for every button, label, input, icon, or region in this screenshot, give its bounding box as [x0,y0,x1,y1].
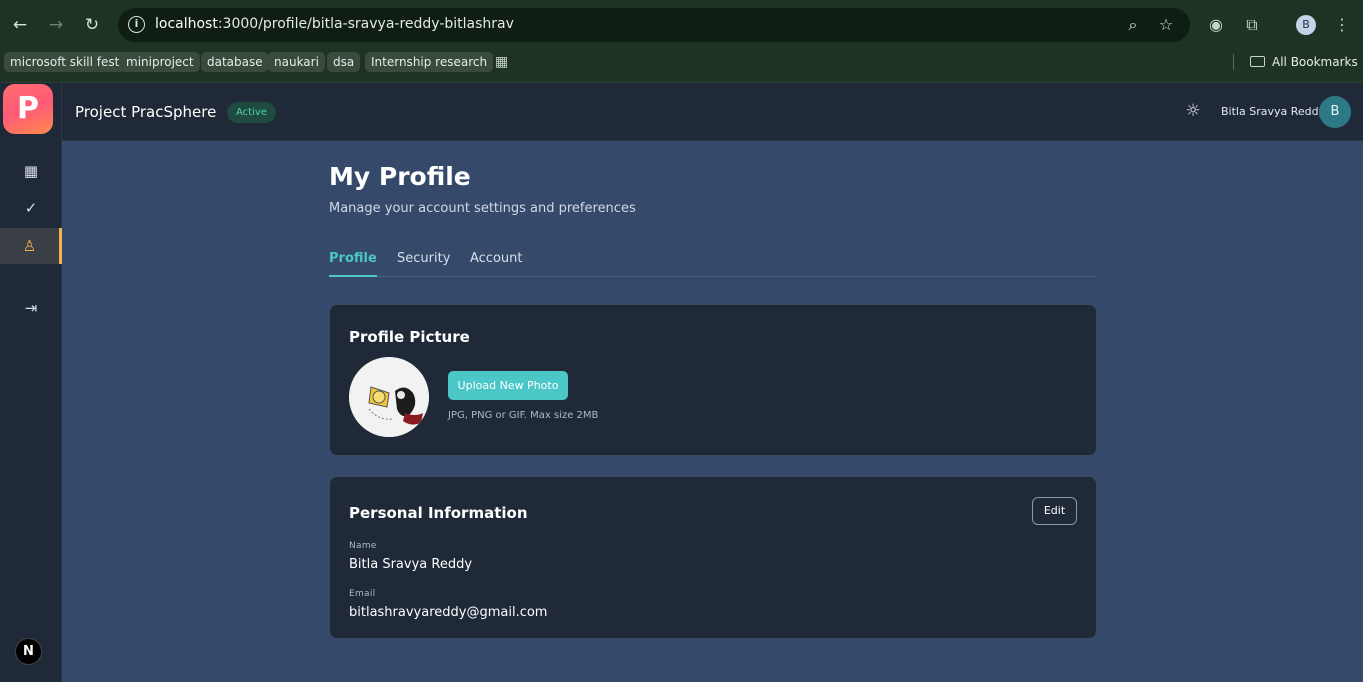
sidebar: P ▦ ✓ ♙ ⇥ N [0,83,62,682]
app-logo[interactable]: P [3,84,53,134]
browser-toolbar: ← → ↻ i localhost:3000/profile/bitla-sra… [0,0,1363,50]
avatar[interactable]: B [1319,96,1351,128]
upload-photo-button[interactable]: Upload New Photo [448,371,568,400]
back-icon[interactable]: ← [8,13,32,37]
apps-grid-icon[interactable]: ▦ [495,54,511,70]
upload-hint: JPG, PNG or GIF. Max size 2MB [448,410,599,421]
bookmarks-divider [1233,54,1234,70]
bookmark-item[interactable]: Internship research [365,52,494,72]
personal-info-card: Personal Information Edit Name Bitla Sra… [329,476,1097,639]
all-bookmarks-label: All Bookmarks [1272,55,1358,69]
name-value: Bitla Sravya Reddy [349,557,473,572]
tab-profile[interactable]: Profile [329,251,377,277]
bookmark-item[interactable]: miniproject [120,52,200,72]
bookmark-item[interactable]: microsoft skill fest [4,52,126,72]
email-label: Email [349,589,376,599]
logout-icon: ⇥ [24,299,38,317]
info-icon[interactable]: i [128,16,145,33]
tab-security[interactable]: Security [397,251,450,277]
all-bookmarks-button[interactable]: All Bookmarks [1250,52,1358,72]
page-subtitle: Manage your account settings and prefere… [329,201,636,216]
tab-account[interactable]: Account [470,251,523,277]
star-icon[interactable]: ☆ [1155,14,1177,36]
sidebar-item-logout[interactable]: ⇥ [0,290,62,326]
sun-icon[interactable]: ☼ [1183,101,1203,121]
browser-profile-avatar[interactable]: B [1296,15,1316,35]
extension-icon[interactable]: ◉ [1204,13,1228,37]
user-icon: ♙ [22,237,37,255]
page-title: My Profile [329,162,471,191]
bookmark-item[interactable]: naukari [268,52,325,72]
email-value: bitlashravyareddy@gmail.com [349,605,548,620]
zoom-icon[interactable]: ⌕ [1122,14,1144,36]
project-title: Project PracSphere [75,103,217,121]
profile-picture [349,357,429,437]
profile-picture-card: Profile Picture Upload New Photo JPG, PN… [329,304,1097,456]
address-bar[interactable]: i localhost:3000/profile/bitla-sravya-re… [118,8,1190,42]
profile-tabs: Profile Security Account [329,251,1097,277]
profile-picture-title: Profile Picture [349,328,470,346]
puzzle-icon[interactable]: ⧉ [1240,13,1264,37]
sidebar-item-profile[interactable]: ♙ [0,228,62,264]
url-text[interactable]: localhost:3000/profile/bitla-sravya-redd… [155,16,514,32]
dashboard-icon: ▦ [23,162,39,180]
main-content: My Profile Manage your account settings … [62,141,1363,682]
bookmark-item[interactable]: dsa [327,52,361,72]
bookmarks-bar: microsoft skill fest miniproject databas… [0,50,1363,83]
folder-icon [1250,56,1265,67]
edit-button[interactable]: Edit [1032,497,1077,525]
status-badge: Active [227,102,276,123]
name-label: Name [349,541,377,551]
sidebar-item-tasks[interactable]: ✓ [0,190,62,226]
profile-picture-image [349,357,429,437]
nextjs-dev-badge[interactable]: N [15,638,42,665]
header-user-name: Bitla Sravya Reddy [1221,105,1326,118]
url-host: localhost [155,16,218,32]
bookmark-item[interactable]: database [201,52,269,72]
forward-icon[interactable]: → [44,13,68,37]
personal-info-title: Personal Information [349,504,528,522]
app-header: Project PracSphere Active ☼ Bitla Sravya… [62,83,1363,141]
url-path: :3000/profile/bitla-sravya-reddy-bitlash… [217,16,514,32]
menu-icon[interactable]: ⋮ [1330,13,1354,37]
reload-icon[interactable]: ↻ [80,13,104,37]
check-circle-icon: ✓ [24,199,38,217]
sidebar-item-dashboard[interactable]: ▦ [0,153,62,189]
